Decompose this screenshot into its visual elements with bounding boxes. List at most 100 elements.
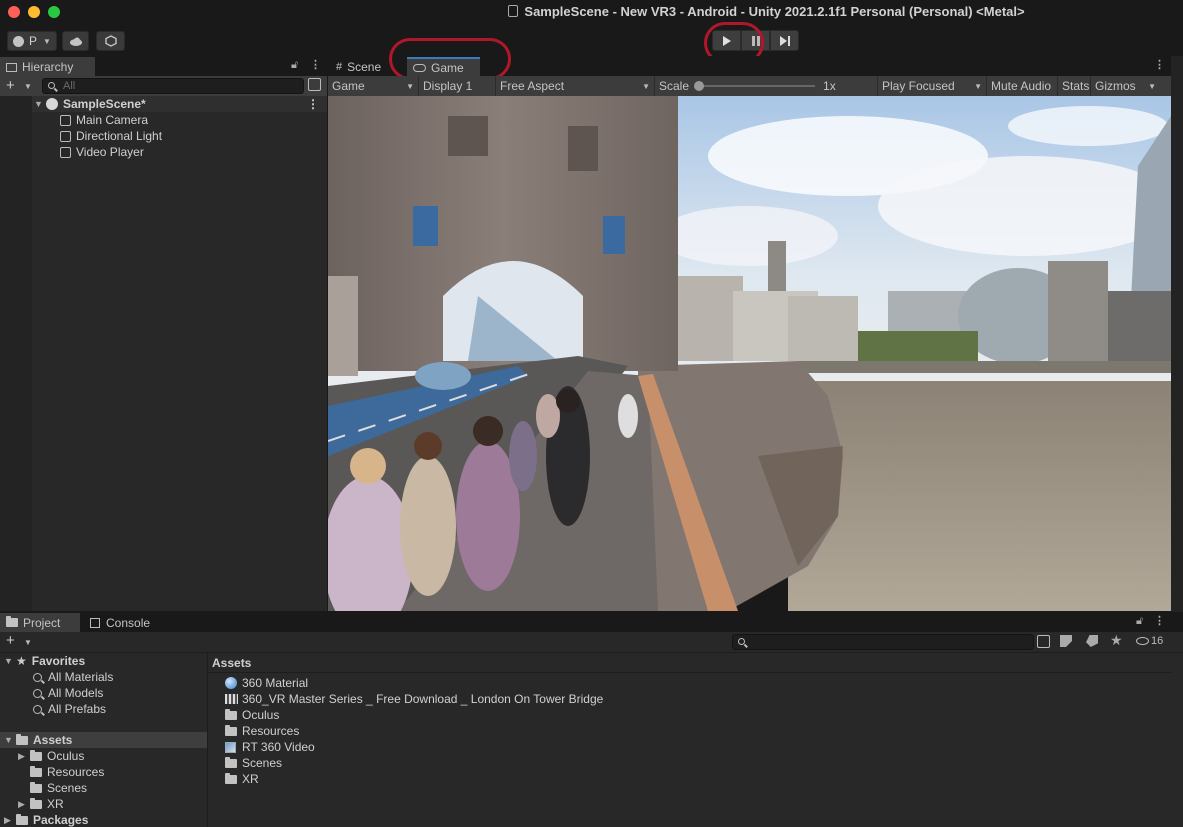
asset-video-clip[interactable]: 360_VR Master Series _ Free Download _ L… xyxy=(225,691,603,707)
cloud-button[interactable] xyxy=(62,31,89,51)
folder-icon xyxy=(225,756,237,768)
chevron-right-icon: ▶ xyxy=(18,750,25,761)
mute-audio-toggle[interactable]: Mute Audio xyxy=(987,76,1058,96)
more-options-icon[interactable]: ⋮ xyxy=(310,58,321,71)
lock-icon[interactable]: 🔓︎ xyxy=(1136,615,1143,628)
step-icon xyxy=(779,35,790,46)
window-title-text: SampleScene - New VR3 - Android - Unity … xyxy=(524,4,1025,19)
scale-thumb[interactable] xyxy=(694,81,705,91)
hidden-packages-toggle[interactable]: 16 xyxy=(1136,635,1163,647)
aspect-label: Free Aspect xyxy=(500,79,565,93)
search-icon xyxy=(33,704,42,714)
scene-menu-icon[interactable]: ⋮ xyxy=(307,97,319,111)
scene-row[interactable]: ▼ SampleScene* ⋮ xyxy=(32,96,327,112)
favorite-item-all-models[interactable]: All Models xyxy=(33,685,103,701)
asset-label: RT 360 Video xyxy=(242,740,315,754)
divider xyxy=(208,672,1171,673)
chevron-down-icon: ▼ xyxy=(406,81,414,91)
chevron-down-icon[interactable]: ▼ xyxy=(24,82,32,91)
asset-folder-xr[interactable]: XR xyxy=(225,771,259,787)
asset-rt-360-video[interactable]: RT 360 Video xyxy=(225,739,315,755)
folder-icon xyxy=(30,749,42,761)
asset-folder-resources[interactable]: Resources xyxy=(225,723,299,739)
lock-icon[interactable]: 🔓︎ xyxy=(291,59,298,72)
game-mode-dropdown[interactable]: Game ▼ xyxy=(328,76,419,96)
project-tabbar xyxy=(0,612,1183,632)
favorites-header[interactable]: ▼ ★ Favorites xyxy=(4,653,85,669)
search-icon xyxy=(33,672,42,682)
step-button[interactable] xyxy=(770,30,799,51)
assets-folder-row[interactable]: ▼ Assets xyxy=(0,732,207,748)
hierarchy-search-input[interactable]: All xyxy=(42,78,304,94)
hierarchy-item-main-camera[interactable]: Main Camera xyxy=(60,112,148,128)
add-icon[interactable]: + xyxy=(6,632,15,649)
chevron-down-icon[interactable]: ▼ xyxy=(24,638,32,647)
asset-360-material[interactable]: 360 Material xyxy=(225,675,308,691)
hierarchy-item-video-player[interactable]: Video Player xyxy=(60,144,144,160)
asset-label: Oculus xyxy=(242,708,280,722)
search-by-type-icon[interactable] xyxy=(1037,635,1050,648)
stats-label: Stats xyxy=(1062,79,1090,93)
game-view-image xyxy=(328,96,1171,611)
add-icon[interactable]: + xyxy=(6,77,15,94)
material-icon xyxy=(225,677,237,689)
game-viewport[interactable] xyxy=(328,96,1171,611)
gameobject-icon xyxy=(60,114,71,126)
scale-label: Scale xyxy=(659,79,690,93)
gameobject-icon xyxy=(60,130,71,142)
account-icon xyxy=(13,35,25,47)
hierarchy-panel xyxy=(0,76,327,611)
favorite-label: All Prefabs xyxy=(48,702,107,716)
account-dropdown[interactable]: P ▼ xyxy=(7,31,57,51)
assets-label: Assets xyxy=(33,733,73,747)
folder-icon xyxy=(225,708,237,720)
tree-item-oculus[interactable]: ▶ Oculus xyxy=(18,748,84,764)
stats-toggle[interactable]: Stats xyxy=(1058,76,1091,96)
asset-folder-oculus[interactable]: Oculus xyxy=(225,707,279,723)
display-dropdown[interactable]: Display 1 xyxy=(419,76,496,96)
tab-console-label: Console xyxy=(106,615,151,630)
tab-hierarchy[interactable]: Hierarchy xyxy=(0,57,95,77)
cloud-icon xyxy=(69,37,82,46)
project-search-input[interactable] xyxy=(732,634,1034,650)
tree-item-label: Scenes xyxy=(47,781,88,795)
packages-folder-row[interactable]: ▶ Packages xyxy=(4,812,88,827)
play-mode-dropdown[interactable]: Play Focused ▼ xyxy=(878,76,987,96)
asset-folder-scenes[interactable]: Scenes xyxy=(225,755,282,771)
search-options-icon[interactable] xyxy=(308,78,321,91)
asset-label: Resources xyxy=(242,724,300,738)
chevron-down-icon: ▼ xyxy=(43,36,51,46)
more-options-icon[interactable]: ⋮ xyxy=(1154,614,1165,627)
chevron-down-icon: ▼ xyxy=(4,735,13,745)
scene-name: SampleScene* xyxy=(63,97,146,111)
tab-project[interactable]: Project xyxy=(0,613,80,632)
more-options-icon[interactable]: ⋮ xyxy=(1154,58,1165,71)
tree-item-label: Oculus xyxy=(47,749,85,763)
tree-item-xr[interactable]: ▶ XR xyxy=(18,796,64,812)
account-label: P xyxy=(29,34,38,48)
chevron-down-icon: ▼ xyxy=(34,99,43,109)
chevron-down-icon: ▼ xyxy=(4,656,13,666)
search-icon xyxy=(48,82,55,89)
gameobject-icon xyxy=(60,146,71,158)
scale-value: 1x xyxy=(823,79,836,93)
tree-item-scenes[interactable]: Scenes xyxy=(30,780,87,796)
folder-icon xyxy=(16,813,28,825)
tab-console[interactable]: Console xyxy=(84,613,164,632)
hierarchy-search-placeholder: All xyxy=(63,80,76,92)
scale-slider[interactable]: Scale 1x xyxy=(655,76,878,96)
tree-item-resources[interactable]: Resources xyxy=(30,764,104,780)
chevron-down-icon: ▼ xyxy=(974,81,982,91)
favorite-item-all-materials[interactable]: All Materials xyxy=(33,669,113,685)
hierarchy-gutter xyxy=(0,96,32,611)
hierarchy-item-directional-light[interactable]: Directional Light xyxy=(60,128,162,144)
gizmos-dropdown[interactable]: Gizmos ▼ xyxy=(1091,76,1162,96)
folder-icon xyxy=(30,797,42,809)
collab-button[interactable] xyxy=(96,31,125,51)
chevron-right-icon: ▶ xyxy=(4,814,11,825)
render-texture-icon xyxy=(225,741,236,753)
aspect-dropdown[interactable]: Free Aspect ▼ xyxy=(496,76,655,96)
star-icon[interactable]: ★ xyxy=(1110,632,1123,649)
favorite-item-all-prefabs[interactable]: All Prefabs xyxy=(33,701,106,717)
hierarchy-item-label: Video Player xyxy=(76,145,144,159)
